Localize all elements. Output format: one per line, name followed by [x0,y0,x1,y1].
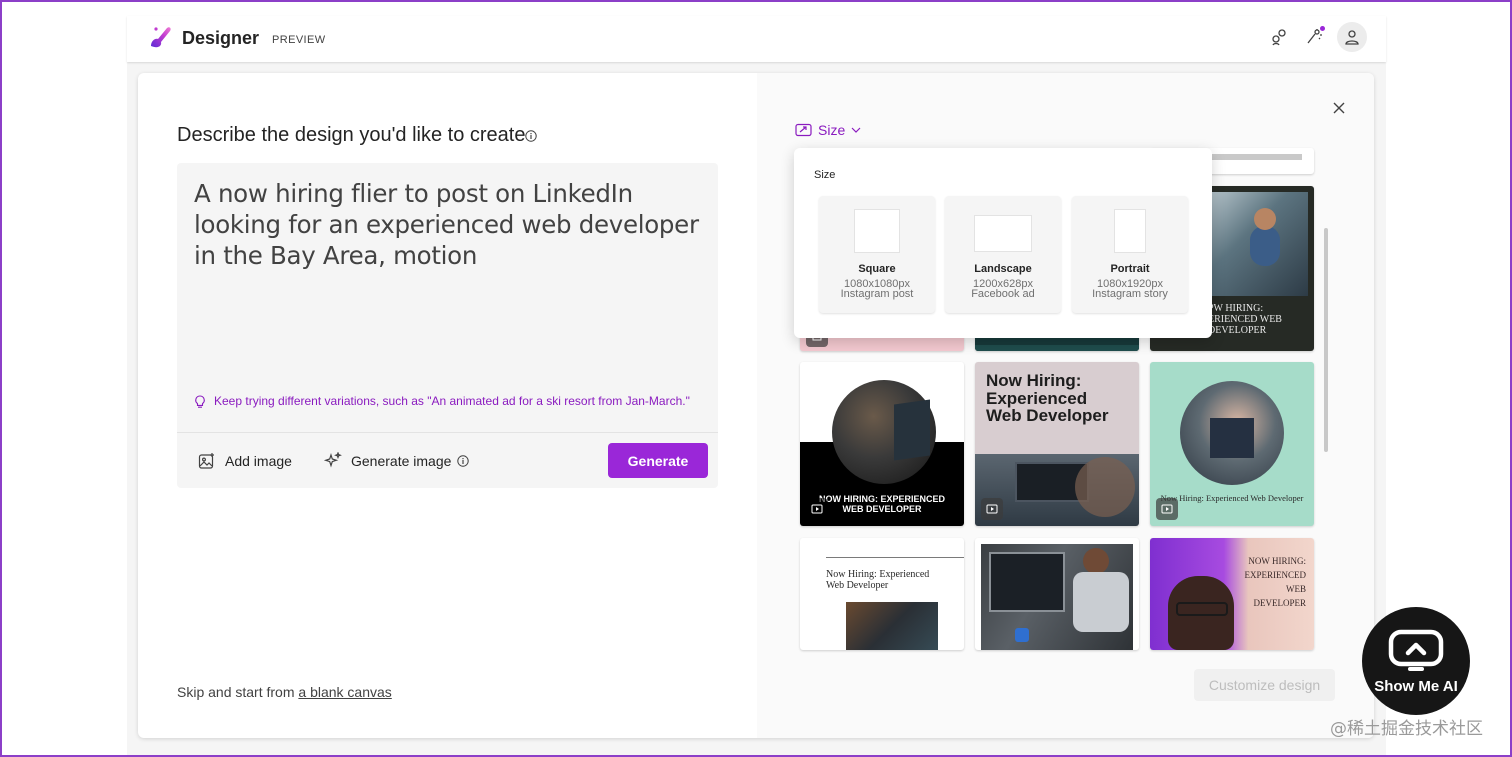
designer-logo-icon [151,27,171,48]
heading-text: Describe the design you'd like to create [177,124,526,146]
resize-icon [795,123,812,137]
chevron-down-icon [851,127,861,133]
generate-image-button[interactable]: Generate image [324,450,470,472]
prompt-divider [177,432,718,433]
close-icon[interactable] [1330,99,1348,117]
add-image-button[interactable]: Add image [198,450,292,472]
size-option-name: Square [858,263,896,275]
video-badge-icon [1156,498,1178,520]
square-shape-icon [854,209,900,253]
size-option-portrait[interactable]: Portrait 1080x1920px Instagram story [1072,196,1188,313]
generate-image-label: Generate image [351,453,452,469]
size-option-name: Landscape [974,263,1032,275]
blank-canvas-link[interactable]: a blank canvas [298,684,391,700]
thumbnail-caption: Now Hiring: Experienced Web Developer [986,371,1109,425]
scrollbar[interactable] [1324,228,1328,452]
tip-text: Keep trying different variations, such a… [214,394,690,408]
prompt-textarea[interactable]: A now hiring flier to post on LinkedIn l… [194,178,704,271]
wand-icon[interactable] [1301,24,1327,50]
size-option-dims: 1080x1920px Instagram story [1092,278,1168,300]
info-icon[interactable] [457,455,470,467]
size-option-square[interactable]: Square 1080x1080px Instagram post [819,196,935,313]
size-popup: Size Square 1080x1080px Instagram post L… [794,148,1212,338]
generate-button[interactable]: Generate [608,443,708,478]
size-option-name: Portrait [1110,263,1150,275]
design-thumbnail[interactable]: Now Hiring: Experienced Web Developer [1150,362,1314,526]
preview-tag: PREVIEW [272,34,326,46]
info-icon[interactable] [525,130,537,142]
thumbnail-caption: NOW HIRING: EXPERIENCED WEB DEVELOPER [818,494,945,514]
landscape-shape-icon [974,215,1032,252]
add-image-label: Add image [225,453,292,469]
dialog-heading: Describe the design you'd like to create [177,124,525,147]
design-thumbnail[interactable] [975,538,1139,650]
size-popup-title: Size [814,169,836,181]
show-me-ai-badge: Show Me AI [1362,607,1470,715]
account-icon[interactable] [1337,22,1367,52]
thumbnail-caption: Now Hiring: Experienced Web Developer [1160,493,1304,503]
thumbnail-caption: PW HIRING: ERIENCED WEB DEVELOPER [1208,303,1282,336]
size-option-landscape[interactable]: Landscape 1200x628px Facebook ad [945,196,1061,313]
design-thumbnail[interactable]: Now Hiring: Experienced Web Developer [800,538,964,650]
design-thumbnail[interactable]: NOW HIRING: EXPERIENCED WEB DEVELOPER [1150,538,1314,650]
app-title: Designer [182,28,260,48]
size-option-dims: 1080x1080px Instagram post [840,278,914,300]
image-icon [198,453,214,469]
video-badge-icon [806,498,828,520]
sparkle-icon [324,452,342,468]
size-option-dims: 1200x628px Facebook ad [971,278,1035,300]
badge-text: Show Me AI [1374,678,1458,695]
thumbnail-caption: NOW HIRING: EXPERIENCED WEB DEVELOPER [1244,556,1307,608]
portrait-shape-icon [1114,209,1146,253]
robot-icon [1388,629,1444,671]
design-thumbnail[interactable]: NOW HIRING: EXPERIENCED WEB DEVELOPER [800,362,964,526]
video-badge-icon [981,498,1003,520]
customize-design-button[interactable]: Customize design [1194,669,1335,701]
size-dropdown-button[interactable]: Size [795,120,861,140]
site-watermark: @稀土掘金技术社区 [1330,719,1483,739]
skip-prefix: Skip and start from [177,684,299,700]
size-label: Size [818,122,846,138]
thumbnail-caption: Now Hiring: Experienced Web Developer [826,569,930,591]
design-thumbnail[interactable]: Now Hiring: Experienced Web Developer [975,362,1139,526]
share-icon[interactable] [1266,24,1292,50]
skip-text: Skip and start from a blank canvas [177,684,392,700]
